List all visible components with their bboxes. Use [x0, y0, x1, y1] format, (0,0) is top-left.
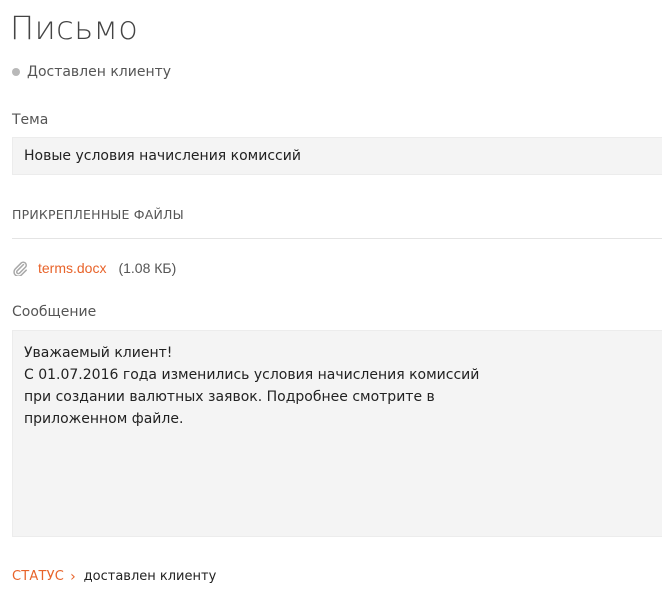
delivery-status-text: Доставлен клиенту: [27, 64, 172, 80]
attachments-divider: [12, 238, 662, 239]
status-dot-icon: [12, 68, 20, 76]
attachment-link[interactable]: terms.docx: [38, 260, 106, 276]
chevron-right-icon: ›: [70, 569, 76, 585]
attachment-size: (1.08 КБ): [118, 260, 177, 276]
subject-label: Тема: [12, 112, 49, 128]
delivery-status: Доставлен клиенту: [12, 63, 171, 81]
page-title: Письмо: [10, 9, 139, 47]
subject-field: Новые условия начисления комиссий: [12, 137, 662, 175]
status-value: доставлен клиенту: [83, 569, 217, 584]
status-link[interactable]: СТАТУС: [12, 568, 64, 586]
letter-page: Письмо Доставлен клиенту Тема Новые усло…: [0, 0, 662, 589]
status-breadcrumb: СТАТУС › доставлен клиенту: [12, 568, 216, 586]
attachment-item: terms.docx (1.08 КБ): [12, 258, 176, 278]
message-label: Сообщение: [12, 304, 97, 320]
message-field: Уважаемый клиент! С 01.07.2016 года изме…: [12, 330, 662, 537]
attachments-title: ПРИКРЕПЛЕННЫЕ ФАЙЛЫ: [12, 207, 184, 222]
paperclip-icon: [12, 260, 28, 277]
